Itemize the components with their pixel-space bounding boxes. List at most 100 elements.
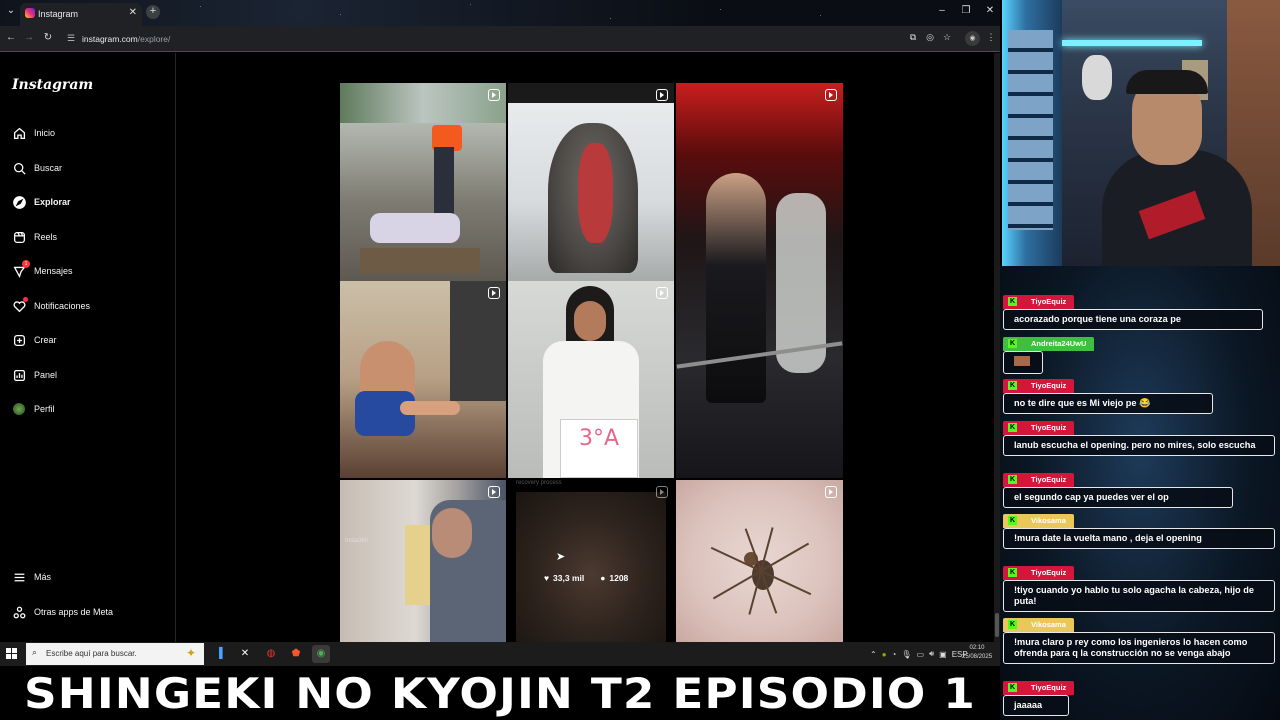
tray-volume-icon[interactable]: 🔊︎ xyxy=(929,649,934,659)
brave-browser-icon[interactable]: ⬟ xyxy=(287,645,305,663)
restore-icon[interactable]: ❐ xyxy=(958,5,974,16)
scroll-thumb[interactable] xyxy=(995,613,999,637)
kick-logo-icon: K xyxy=(1008,297,1017,306)
install-app-icon[interactable]: ⧉ xyxy=(907,32,919,43)
tray-app-icon[interactable]: ◔ xyxy=(892,650,897,659)
chat-message-text: no te dire que es Mi viejo pe 😂 xyxy=(1003,392,1213,414)
url-path: /explore/ xyxy=(137,34,171,44)
explore-post-student-sign[interactable]: 3°A xyxy=(508,281,674,478)
chat-message-text: !mura date la vuelta mano , deja el open… xyxy=(1003,527,1275,549)
instagram-favicon-icon xyxy=(25,8,35,18)
reel-icon xyxy=(488,486,500,498)
chat-message-text: !tiyo cuando yo hablo tu solo agacha la … xyxy=(1003,579,1275,612)
tray-extra-icon[interactable]: ▣ xyxy=(939,650,947,659)
bookmark-star-icon[interactable]: ☆ xyxy=(941,32,953,43)
chat-username: TiyoEquiz xyxy=(1031,381,1067,390)
mouse-cursor-icon: ➤ xyxy=(556,551,566,563)
comment-bubble-icon: ● xyxy=(600,573,606,583)
nav-panel[interactable]: Panel xyxy=(12,364,162,386)
explore-post-woman-kitchen[interactable] xyxy=(340,281,506,478)
nav-crear[interactable]: Crear xyxy=(12,329,162,351)
chat-message-text: !mura claro p rey como los ingenieros lo… xyxy=(1003,631,1275,664)
tray-chevron-up-icon[interactable]: ⌃ xyxy=(870,650,877,659)
nav-perfil[interactable]: Perfil xyxy=(12,398,162,420)
reels-icon xyxy=(12,230,26,244)
reload-icon[interactable]: ↻ xyxy=(41,32,55,43)
explore-post-street[interactable] xyxy=(340,83,506,281)
chat-username: Vikosama xyxy=(1031,516,1066,525)
nav-label: Más xyxy=(34,572,52,582)
explore-post-hovered[interactable]: recovery process ➤ ♥ 33,3 mil ● 1208 xyxy=(508,480,674,642)
chat-username: Vikosama xyxy=(1031,620,1066,629)
chat-username-tag: K Vikosama xyxy=(1003,617,1074,632)
nav-label: Perfil xyxy=(34,404,55,414)
explore-post-sleeping-man[interactable]: Insta360 xyxy=(340,480,506,642)
browser-profile-avatar[interactable]: ◉ xyxy=(965,31,980,46)
taskbar-app-icon[interactable]: ▐ xyxy=(210,645,228,663)
tab-close-icon[interactable]: ✕ xyxy=(129,7,137,18)
taskbar-search-placeholder: Escribe aquí para buscar. xyxy=(46,649,137,658)
explore-post-spider[interactable] xyxy=(676,480,843,642)
nav-label: Otras apps de Meta xyxy=(34,607,114,617)
nav-explorar[interactable]: Explorar xyxy=(12,191,162,213)
address-bar: ← → ↻ ☰ instagram.com/explore/ ⧉ ◎ ☆ ◉ ⋮ xyxy=(0,26,1000,52)
insta360-watermark: Insta360 xyxy=(345,538,369,544)
nav-meta-apps[interactable]: Otras apps de Meta xyxy=(12,601,162,623)
nav-notificaciones[interactable]: Notificaciones xyxy=(12,295,162,317)
explore-post-sea-monster[interactable] xyxy=(508,83,674,281)
kick-logo-icon: K xyxy=(1008,568,1017,577)
chrome-browser-icon[interactable]: ◉ xyxy=(312,645,330,663)
compass-icon xyxy=(12,195,26,209)
tray-microphone-icon[interactable]: 🎙︎ xyxy=(901,650,911,659)
new-tab-plus-icon[interactable]: + xyxy=(146,5,160,19)
nav-reels[interactable]: Reels xyxy=(12,226,162,248)
streamer-webcam xyxy=(1002,0,1280,266)
kick-logo-icon: K xyxy=(1008,620,1017,629)
chat-username-tag: K TiyoEquiz xyxy=(1003,565,1075,580)
site-info-icon[interactable]: ☰ xyxy=(67,33,75,44)
chat-username-tag: K Vikosama xyxy=(1003,513,1074,528)
nav-label: Explorar xyxy=(34,197,71,207)
forward-arrow-icon[interactable]: → xyxy=(22,32,36,43)
instagram-logo[interactable]: Instagram xyxy=(12,77,93,93)
eye-slash-icon[interactable]: ◎ xyxy=(924,32,936,43)
windows-taskbar: ⌕ Escribe aquí para buscar. ✦ ▐ ✕ ◍ ⬟ ◉ … xyxy=(0,642,1000,666)
nav-buscar[interactable]: Buscar xyxy=(12,157,162,179)
url-field[interactable]: ☰ instagram.com/explore/ xyxy=(62,30,902,48)
minimize-icon[interactable]: – xyxy=(934,5,950,16)
reel-icon xyxy=(656,89,668,101)
obs-app-icon[interactable]: ◍ xyxy=(262,645,280,663)
recovery-process-caption: recovery process xyxy=(516,480,562,486)
search-icon: ⌕ xyxy=(32,647,38,657)
back-arrow-icon[interactable]: ← xyxy=(4,32,18,43)
explore-post-party[interactable] xyxy=(676,83,843,478)
nav-mas[interactable]: Más xyxy=(12,566,162,588)
windows-start-icon[interactable] xyxy=(6,648,18,660)
chat-emote-icon xyxy=(1014,355,1030,366)
capcut-app-icon[interactable]: ✕ xyxy=(236,645,254,663)
copilot-sparkle-icon[interactable]: ✦ xyxy=(186,646,196,660)
explore-page: 3°A Insta360 recovery process ➤ ♥ 33,3 mi… xyxy=(177,53,994,642)
tray-nvidia-icon[interactable]: ● xyxy=(882,650,887,659)
tab-search-chevron-icon[interactable]: ⌄ xyxy=(4,5,18,21)
kebab-menu-icon[interactable]: ⋮ xyxy=(985,32,997,43)
chat-message: K TiyoEquiz lanub escucha el opening. pero… xyxy=(1003,416,1275,456)
home-icon xyxy=(12,126,26,140)
tab-instagram[interactable]: Instagram ✕ xyxy=(20,3,142,26)
kick-logo-icon: K xyxy=(1008,381,1017,390)
tray-network-icon[interactable]: ▭ xyxy=(917,650,925,659)
taskbar-search-input[interactable]: ⌕ Escribe aquí para buscar. ✦ xyxy=(26,643,204,665)
close-window-icon[interactable]: ✕ xyxy=(982,5,998,16)
nav-label: Notificaciones xyxy=(34,301,91,311)
taskbar-clock[interactable]: 02:10 25/08/2025 xyxy=(962,644,992,662)
chat-username: Andreita24UwU xyxy=(1031,339,1087,348)
tab-strip: ⌄ Instagram ✕ + – ❐ ✕ xyxy=(0,0,1000,26)
chat-message: K TiyoEquiz acorazado porque tiene una cor… xyxy=(1003,290,1263,330)
reel-icon xyxy=(656,287,668,299)
nav-inicio[interactable]: Inicio xyxy=(12,122,162,144)
chat-username-tag: K TiyoEquiz xyxy=(1003,294,1075,309)
nav-mensajes[interactable]: 1 Mensajes xyxy=(12,260,162,282)
reel-icon xyxy=(825,89,837,101)
chat-message-text: acorazado porque tiene una coraza pe xyxy=(1003,308,1263,330)
chat-username-tag: K Andreita24UwU xyxy=(1003,336,1095,351)
